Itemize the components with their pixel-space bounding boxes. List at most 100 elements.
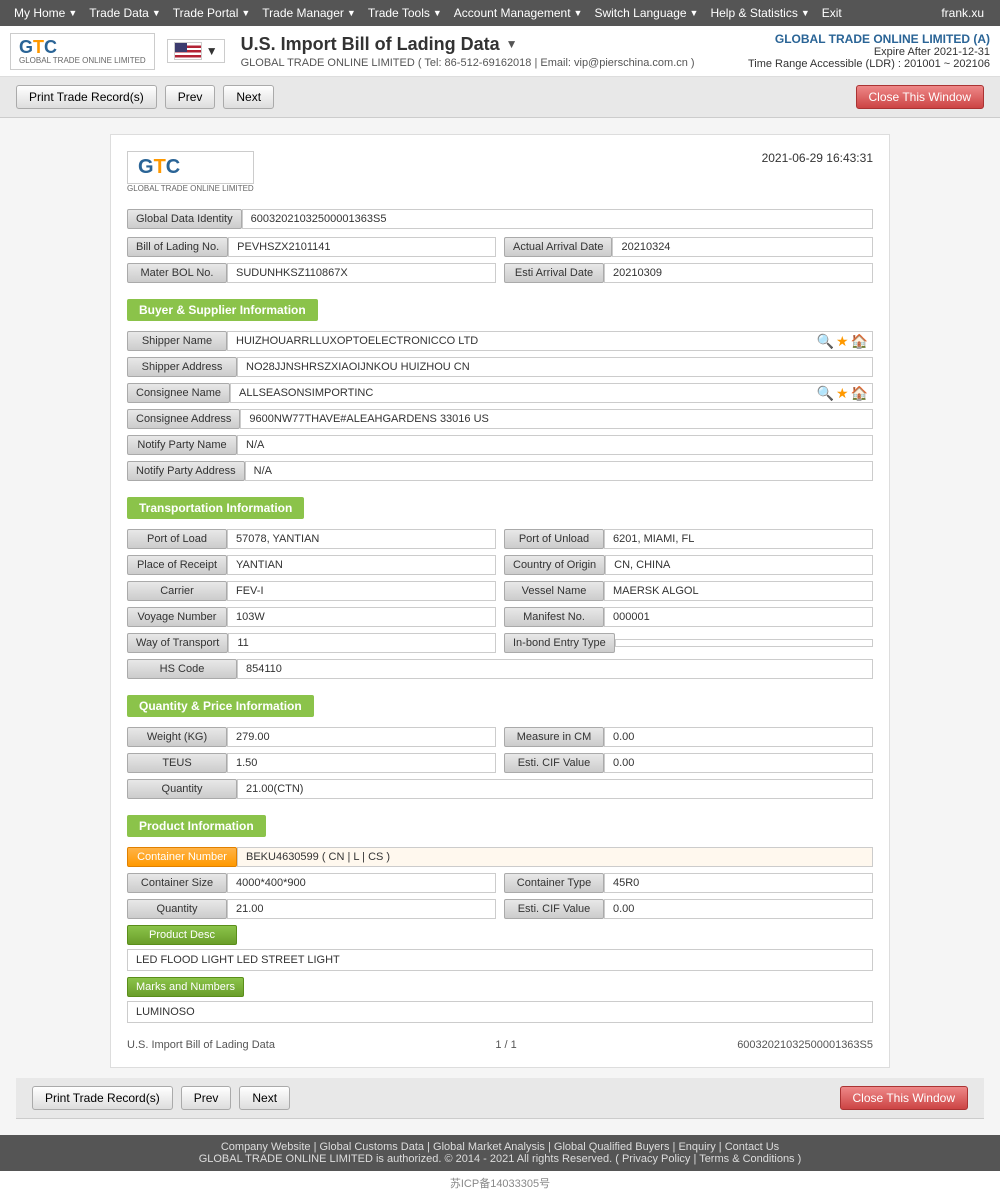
way-of-transport-value: 11 [228, 633, 496, 653]
consignee-name-value-container: ALLSEASONSIMPORTINC 🔍 ★ 🏠 [230, 383, 873, 403]
product-desc-value: LED FLOOD LIGHT LED STREET LIGHT [127, 949, 873, 971]
manifest-no-group: Manifest No. 000001 [504, 607, 873, 627]
container-number-value: BEKU4630599 ( CN | L | CS ) [237, 847, 873, 867]
shipper-address-label: Shipper Address [127, 357, 237, 377]
teus-value: 1.50 [227, 753, 496, 773]
nav-exit[interactable]: Exit [816, 0, 848, 26]
bottom-close-button[interactable]: Close This Window [840, 1086, 968, 1110]
logo-subtitle: GLOBAL TRADE ONLINE LIMITED [19, 56, 146, 65]
transportation-header: Transportation Information [127, 497, 304, 519]
nav-trade-portal[interactable]: Trade Portal ▼ [167, 0, 257, 26]
weight-group: Weight (KG) 279.00 [127, 727, 496, 747]
quantity-price-header: Quantity & Price Information [127, 695, 314, 717]
esti-cif-label: Esti. CIF Value [504, 753, 604, 773]
vessel-name-value: MAERSK ALGOL [604, 581, 873, 601]
measure-cm-label: Measure in CM [504, 727, 604, 747]
page-title-dropdown[interactable]: ▼ [506, 37, 518, 51]
shipper-name-value: HUIZHOUARRLLUXOPTOELECTRONICCO LTD [228, 332, 813, 350]
shipper-icons: 🔍 ★ 🏠 [813, 333, 872, 350]
hs-code-row: HS Code 854110 [127, 659, 873, 679]
port-row: Port of Load 57078, YANTIAN Port of Unlo… [127, 529, 873, 549]
nav-trade-tools[interactable]: Trade Tools ▼ [362, 0, 448, 26]
port-of-load-group: Port of Load 57078, YANTIAN [127, 529, 496, 549]
shipper-home-icon[interactable]: 🏠 [851, 333, 868, 350]
measure-cm-group: Measure in CM 0.00 [504, 727, 873, 747]
port-of-unload-value: 6201, MIAMI, FL [604, 529, 873, 549]
record-logo-container: GTC GLOBAL TRADE ONLINE LIMITED [127, 151, 254, 193]
notify-party-address-label: Notify Party Address [127, 461, 245, 481]
prev-button[interactable]: Prev [165, 85, 216, 109]
shipper-star-icon[interactable]: ★ [836, 333, 849, 350]
bill-of-lading-group: Bill of Lading No. PEVHSZX2101141 [127, 237, 496, 257]
consignee-star-icon[interactable]: ★ [836, 385, 849, 402]
product-info-header: Product Information [127, 815, 266, 837]
product-desc-label-row: Product Desc [127, 925, 873, 945]
voyage-number-group: Voyage Number 103W [127, 607, 496, 627]
mater-bol-value: SUDUNHKSZ110867X [227, 263, 496, 283]
bottom-toolbar: Print Trade Record(s) Prev Next Close Th… [16, 1078, 984, 1119]
notify-party-name-label: Notify Party Name [127, 435, 237, 455]
shipper-search-icon[interactable]: 🔍 [817, 333, 834, 350]
container-type-group: Container Type 45R0 [504, 873, 873, 893]
footer-company-website[interactable]: Company Website [221, 1141, 311, 1153]
mater-esti-row: Mater BOL No. SUDUNHKSZ110867X Esti Arri… [127, 263, 873, 283]
bottom-next-button[interactable]: Next [239, 1086, 290, 1110]
next-button[interactable]: Next [223, 85, 274, 109]
global-data-id-label: Global Data Identity [127, 209, 242, 229]
header-right-info: GLOBAL TRADE ONLINE LIMITED (A) Expire A… [748, 32, 990, 70]
nav-trade-data[interactable]: Trade Data ▼ [83, 0, 167, 26]
footer-privacy-policy[interactable]: Privacy Policy [622, 1153, 690, 1165]
way-of-transport-label: Way of Transport [127, 633, 228, 653]
footer-enquiry[interactable]: Enquiry [678, 1141, 715, 1153]
record-footer: U.S. Import Bill of Lading Data 1 / 1 60… [127, 1039, 873, 1051]
page-title: U.S. Import Bill of Lading Data ▼ [241, 34, 748, 55]
language-flag[interactable]: ▼ [167, 39, 225, 63]
footer-links: Company Website | Global Customs Data | … [10, 1141, 990, 1153]
inbond-entry-value [615, 639, 873, 647]
marks-label-row: Marks and Numbers [127, 977, 873, 997]
user-name: frank.xu [933, 6, 992, 20]
consignee-icons: 🔍 ★ 🏠 [813, 385, 872, 402]
consignee-home-icon[interactable]: 🏠 [851, 385, 868, 402]
bottom-print-button[interactable]: Print Trade Record(s) [32, 1086, 173, 1110]
shipper-name-label: Shipper Name [127, 331, 227, 351]
nav-account-management[interactable]: Account Management ▼ [448, 0, 589, 26]
record-date: 2021-06-29 16:43:31 [762, 151, 873, 165]
footer-qualified-buyers[interactable]: Global Qualified Buyers [554, 1141, 670, 1153]
mater-bol-group: Mater BOL No. SUDUNHKSZ110867X [127, 263, 496, 283]
consignee-search-icon[interactable]: 🔍 [817, 385, 834, 402]
nav-trade-portal-arrow: ▼ [241, 8, 250, 18]
footer-terms[interactable]: Terms & Conditions [699, 1153, 794, 1165]
consignee-address-row: Consignee Address 9600NW77THAVE#ALEAHGAR… [127, 409, 873, 429]
container-type-value: 45R0 [604, 873, 873, 893]
measure-cm-value: 0.00 [604, 727, 873, 747]
nav-my-home[interactable]: My Home ▼ [8, 0, 83, 26]
record-footer-title: U.S. Import Bill of Lading Data [127, 1039, 275, 1051]
nav-help-statistics[interactable]: Help & Statistics ▼ [704, 0, 815, 26]
shipper-address-row: Shipper Address NO28JJNSHRSZXIAOIJNKOU H… [127, 357, 873, 377]
receipt-origin-row: Place of Receipt YANTIAN Country of Orig… [127, 555, 873, 575]
bottom-prev-button[interactable]: Prev [181, 1086, 232, 1110]
actual-arrival-group: Actual Arrival Date 20210324 [504, 237, 873, 257]
shipper-name-row: Shipper Name HUIZHOUARRLLUXOPTOELECTRONI… [127, 331, 873, 351]
teus-cif-row: TEUS 1.50 Esti. CIF Value 0.00 [127, 753, 873, 773]
port-of-unload-group: Port of Unload 6201, MIAMI, FL [504, 529, 873, 549]
footer-customs-data[interactable]: Global Customs Data [320, 1141, 425, 1153]
top-navigation: My Home ▼ Trade Data ▼ Trade Portal ▼ Tr… [0, 0, 1000, 26]
icp-number: 苏ICP备14033305号 [450, 1178, 550, 1190]
footer-contact-us[interactable]: Contact Us [725, 1141, 779, 1153]
product-quantity-label: Quantity [127, 899, 227, 919]
nav-switch-language[interactable]: Switch Language ▼ [588, 0, 704, 26]
weight-value: 279.00 [227, 727, 496, 747]
close-window-button[interactable]: Close This Window [856, 85, 984, 109]
print-button[interactable]: Print Trade Record(s) [16, 85, 157, 109]
weight-measure-row: Weight (KG) 279.00 Measure in CM 0.00 [127, 727, 873, 747]
container-number-label: Container Number [127, 847, 237, 867]
footer-market-analysis[interactable]: Global Market Analysis [433, 1141, 545, 1153]
esti-cif-value: 0.00 [604, 753, 873, 773]
nav-trade-manager[interactable]: Trade Manager ▼ [256, 0, 362, 26]
marks-label: Marks and Numbers [127, 977, 244, 997]
record-logo: GTC [127, 151, 254, 184]
global-data-row: Global Data Identity 6003202103250000136… [127, 209, 873, 229]
manifest-no-label: Manifest No. [504, 607, 604, 627]
